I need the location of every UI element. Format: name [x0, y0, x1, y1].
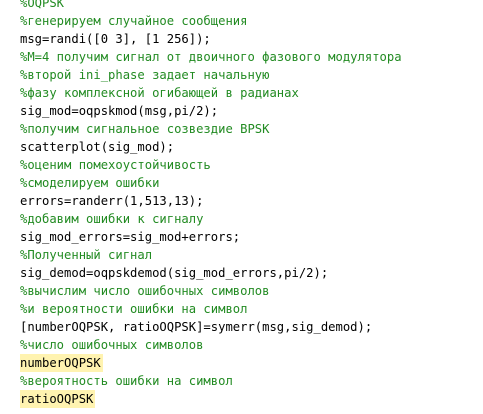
- code-text: msg=randi([0 3], [1 256]);: [20, 32, 211, 46]
- code-line[interactable]: %вероятность ошибки на символ: [0, 372, 483, 390]
- code-line[interactable]: %и вероятности ошибки на символ: [0, 300, 483, 318]
- code-line[interactable]: %второй ini_phase задает начальную: [0, 66, 483, 84]
- code-line[interactable]: sig_mod_errors=sig_mod+errors;: [0, 228, 483, 246]
- code-line[interactable]: %фазу комплексной огибающей в радианах: [0, 84, 483, 102]
- code-line[interactable]: %оценим помехоустойчивость: [0, 156, 483, 174]
- comment-text: %генерируем случайное сообщения: [20, 14, 248, 28]
- comment-text: %смоделируем ошибки: [20, 176, 160, 190]
- code-line[interactable]: scatterplot(sig_mod);: [0, 138, 483, 156]
- code-line[interactable]: [numberOQPSK, ratioOQPSK]=symerr(msg,sig…: [0, 318, 483, 336]
- comment-text: %оценим помехоустойчивость: [20, 158, 211, 172]
- code-line[interactable]: msg=randi([0 3], [1 256]);: [0, 30, 483, 48]
- code-line[interactable]: ratioOQPSK: [0, 390, 483, 408]
- code-text: sig_mod=oqpskmod(msg,pi/2);: [20, 104, 219, 118]
- comment-text: %добавим ошибки к сигналу: [20, 212, 204, 226]
- highlighted-code-text: numberOQPSK: [20, 354, 103, 372]
- comment-text: %вероятность ошибки на символ: [20, 374, 233, 388]
- comment-text: %вычислим число ошибочных символов: [20, 284, 270, 298]
- comment-text: %OQPSK: [20, 0, 65, 10]
- comment-text: %фазу комплексной огибающей в радианах: [20, 86, 299, 100]
- code-line[interactable]: %добавим ошибки к сигналу: [0, 210, 483, 228]
- code-text: scatterplot(sig_mod);: [20, 140, 175, 154]
- code-line[interactable]: %получим сигнальное созвездие BPSK: [0, 120, 483, 138]
- comment-text: %число ошибочных символов: [20, 338, 204, 352]
- code-line[interactable]: errors=randerr(1,513,13);: [0, 192, 483, 210]
- code-line[interactable]: sig_mod=oqpskmod(msg,pi/2);: [0, 102, 483, 120]
- code-line[interactable]: %M=4 получим сигнал от двоичного фазовог…: [0, 48, 483, 66]
- code-text: sig_mod_errors=sig_mod+errors;: [20, 230, 241, 244]
- comment-text: %M=4 получим сигнал от двоичного фазовог…: [20, 50, 402, 64]
- code-line[interactable]: %смоделируем ошибки: [0, 174, 483, 192]
- code-line[interactable]: sig_demod=oqpskdemod(sig_mod_errors,pi/2…: [0, 264, 483, 282]
- comment-text: %и вероятности ошибки на символ: [20, 302, 248, 316]
- comment-text: %получим сигнальное созвездие BPSK: [20, 122, 270, 136]
- code-line[interactable]: %Полученный сигнал: [0, 246, 483, 264]
- code-line[interactable]: %OQPSK: [0, 0, 483, 12]
- comment-text: %Полученный сигнал: [20, 248, 153, 262]
- code-text: errors=randerr(1,513,13);: [20, 194, 204, 208]
- code-text: [numberOQPSK, ratioOQPSK]=symerr(msg,sig…: [20, 320, 373, 334]
- code-line[interactable]: numberOQPSK: [0, 354, 483, 372]
- comment-text: %второй ini_phase задает начальную: [20, 68, 270, 82]
- code-line[interactable]: %число ошибочных символов: [0, 336, 483, 354]
- code-text: sig_demod=oqpskdemod(sig_mod_errors,pi/2…: [20, 266, 329, 280]
- highlighted-code-text: ratioOQPSK: [20, 390, 96, 408]
- code-line[interactable]: %вычислим число ошибочных символов: [0, 282, 483, 300]
- code-line[interactable]: %генерируем случайное сообщения: [0, 12, 483, 30]
- code-editor[interactable]: %OQPSK %генерируем случайное сообщения m…: [0, 0, 483, 408]
